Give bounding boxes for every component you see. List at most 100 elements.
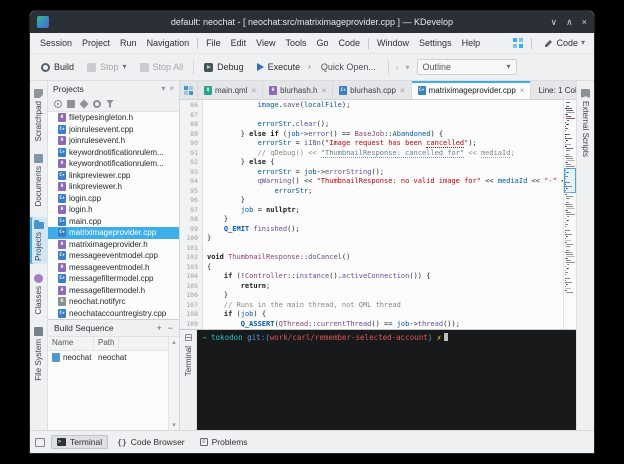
menu-tools[interactable]: Tools — [280, 36, 311, 50]
menu-navigation[interactable]: Navigation — [142, 36, 195, 50]
menu-code[interactable]: Code — [334, 36, 366, 50]
stop-button[interactable]: Stop ▾ — [82, 59, 132, 75]
code-line: Q_EMIT finished(); — [207, 225, 563, 235]
nav-dropdown-icon[interactable]: ▾ — [404, 62, 412, 73]
code-area-button[interactable]: Code ▾ — [540, 37, 589, 49]
scrollbar-minimap[interactable] — [563, 100, 576, 329]
tree-item[interactable]: C+joinrulesevent.cpp — [48, 124, 179, 136]
document-switcher[interactable] — [180, 81, 198, 99]
scroll-down-icon[interactable]: ▾ — [172, 421, 176, 429]
minimap-line — [565, 264, 575, 265]
tree-item[interactable]: Hjoinrulesevent.h — [48, 135, 179, 147]
remove-icon[interactable]: − — [168, 323, 173, 333]
locate-document-icon[interactable] — [54, 100, 62, 108]
minimap-line — [565, 204, 575, 205]
terminal-vertical-label[interactable]: Terminal — [184, 346, 193, 376]
nav-back-icon[interactable]: ‹ — [394, 62, 401, 73]
menu-help[interactable]: Help — [457, 36, 486, 50]
scroll-up-icon[interactable]: ▴ — [172, 338, 176, 346]
menu-project[interactable]: Project — [77, 36, 115, 50]
dock-tab-projects[interactable]: Projects — [30, 217, 47, 264]
menu-go[interactable]: Go — [312, 36, 334, 50]
build-sequence-row[interactable]: neochatneochat — [48, 351, 168, 364]
menu-file[interactable]: File — [201, 36, 226, 50]
tree-item[interactable]: C+neochataccountregistry.cpp — [48, 308, 179, 320]
dock-tab-documents[interactable]: Documents — [30, 151, 47, 209]
menu-run[interactable]: Run — [115, 36, 142, 50]
panel-menu-icon[interactable]: ▾ — [161, 84, 165, 93]
add-icon[interactable]: + — [156, 323, 161, 333]
tree-item[interactable]: C+linkpreviewer.cpp — [48, 170, 179, 182]
titlebar[interactable]: default: neochat - [ neochat:src/matrixi… — [30, 11, 594, 33]
statusbar-problems-button[interactable]: ≡Problems — [194, 435, 254, 449]
toolbar-overflow-icon[interactable]: › — [308, 63, 311, 71]
editor-tab-blurhash-cpp[interactable]: C+blurhash.cpp× — [333, 81, 411, 99]
file-name: joinrulesevent.h — [69, 136, 125, 145]
dock-tab-scratchpad[interactable]: Scratchpad — [30, 86, 47, 144]
tree-item[interactable]: Hmessageeventmodel.h — [48, 262, 179, 274]
tree-item[interactable]: C+main.cpp — [48, 216, 179, 228]
code-editor[interactable]: 8687888990919293949596979899100101102103… — [180, 100, 576, 329]
minimap-line — [565, 254, 575, 255]
minimap-line — [565, 216, 575, 217]
close-tab-icon[interactable]: × — [321, 86, 326, 95]
tree-item[interactable]: C+messageeventmodel.cpp — [48, 250, 179, 262]
tree-item[interactable]: Hfiletypesingleton.h — [48, 112, 179, 124]
tree-item[interactable]: C+keywordnotificationrulem... — [48, 147, 179, 159]
menu-session[interactable]: Session — [35, 36, 77, 50]
column-header-name[interactable]: Name — [48, 337, 94, 350]
dock-tab-classes[interactable]: Classes — [30, 271, 47, 317]
editor-tab-matriximageprovider-cpp[interactable]: C+matriximageprovider.cpp× — [412, 81, 532, 99]
quick-open-button[interactable]: Quick Open... — [314, 59, 383, 75]
panel-close-icon[interactable]: × — [169, 84, 174, 93]
dock-tab-external-scripts[interactable]: External Scripts — [577, 86, 594, 160]
execute-button[interactable]: Execute — [252, 59, 306, 75]
tree-item[interactable]: Hkeywordnotificationrulem... — [48, 158, 179, 170]
filter-icon[interactable] — [106, 100, 114, 108]
column-header-path[interactable]: Path — [94, 337, 119, 350]
build-target-icon[interactable] — [67, 100, 75, 108]
tree-item[interactable]: Hlogin.h — [48, 204, 179, 216]
menu-settings[interactable]: Settings — [414, 36, 457, 50]
menu-view[interactable]: View — [251, 36, 280, 50]
chevron-down-icon: ▾ — [123, 63, 127, 71]
build-sequence-scrollbar[interactable]: ▴ ▾ — [168, 337, 179, 430]
tree-item[interactable]: Nneochat.notifyrc — [48, 296, 179, 308]
tree-item[interactable]: C+messagefiltermodel.cpp — [48, 273, 179, 285]
tree-item[interactable]: C+login.cpp — [48, 193, 179, 205]
close-tab-icon[interactable]: × — [520, 86, 525, 95]
dock-toggle-icon[interactable] — [35, 438, 45, 447]
terminal-output[interactable]: → tokodon git:(work/carl/remember-select… — [197, 330, 576, 430]
dock-tab-file-system[interactable]: File System — [30, 324, 47, 384]
file-type-cpp-icon: C+ — [58, 217, 66, 226]
editor-tab-blurhash-h[interactable]: Hblurhash.h× — [263, 81, 333, 99]
documents-icon — [34, 154, 43, 163]
stop-all-button[interactable]: Stop All — [135, 59, 189, 75]
area-grid-icon[interactable] — [513, 38, 523, 48]
editor-tab-label: main.qml — [215, 86, 247, 95]
maximize-icon[interactable]: ∧ — [566, 18, 573, 27]
debug-button[interactable]: Debug — [199, 59, 249, 75]
minimap-line — [565, 196, 575, 197]
close-icon[interactable]: × — [582, 18, 587, 27]
editor-tab-main-qml[interactable]: Qmain.qml× — [198, 81, 263, 99]
close-tab-icon[interactable]: × — [400, 86, 405, 95]
statusbar-terminal-button[interactable]: >Terminal — [51, 435, 108, 449]
toolview-menu-icon[interactable] — [185, 334, 192, 341]
close-tab-icon[interactable]: × — [251, 86, 256, 95]
tree-item[interactable]: C+matriximageprovider.cpp — [48, 227, 179, 239]
gear-icon[interactable] — [93, 100, 101, 108]
star-icon[interactable] — [79, 99, 88, 108]
outline-combobox[interactable]: Outline ▾ — [417, 59, 517, 75]
menu-edit[interactable]: Edit — [226, 36, 252, 50]
line-number: 108 — [180, 310, 202, 320]
tree-item[interactable]: Hlinkpreviewer.h — [48, 181, 179, 193]
minimap-line — [565, 114, 575, 115]
minimize-icon[interactable]: ∨ — [551, 18, 558, 27]
menu-window[interactable]: Window — [372, 36, 414, 50]
statusbar-code-browser-button[interactable]: {}Code Browser — [111, 435, 191, 449]
code-pane[interactable]: image.save(localFile); errorStr.clear();… — [203, 100, 563, 329]
build-button[interactable]: Build — [36, 59, 79, 75]
tree-item[interactable]: Hmatriximageprovider.h — [48, 239, 179, 251]
tree-item[interactable]: Hmessagefiltermodel.h — [48, 285, 179, 297]
